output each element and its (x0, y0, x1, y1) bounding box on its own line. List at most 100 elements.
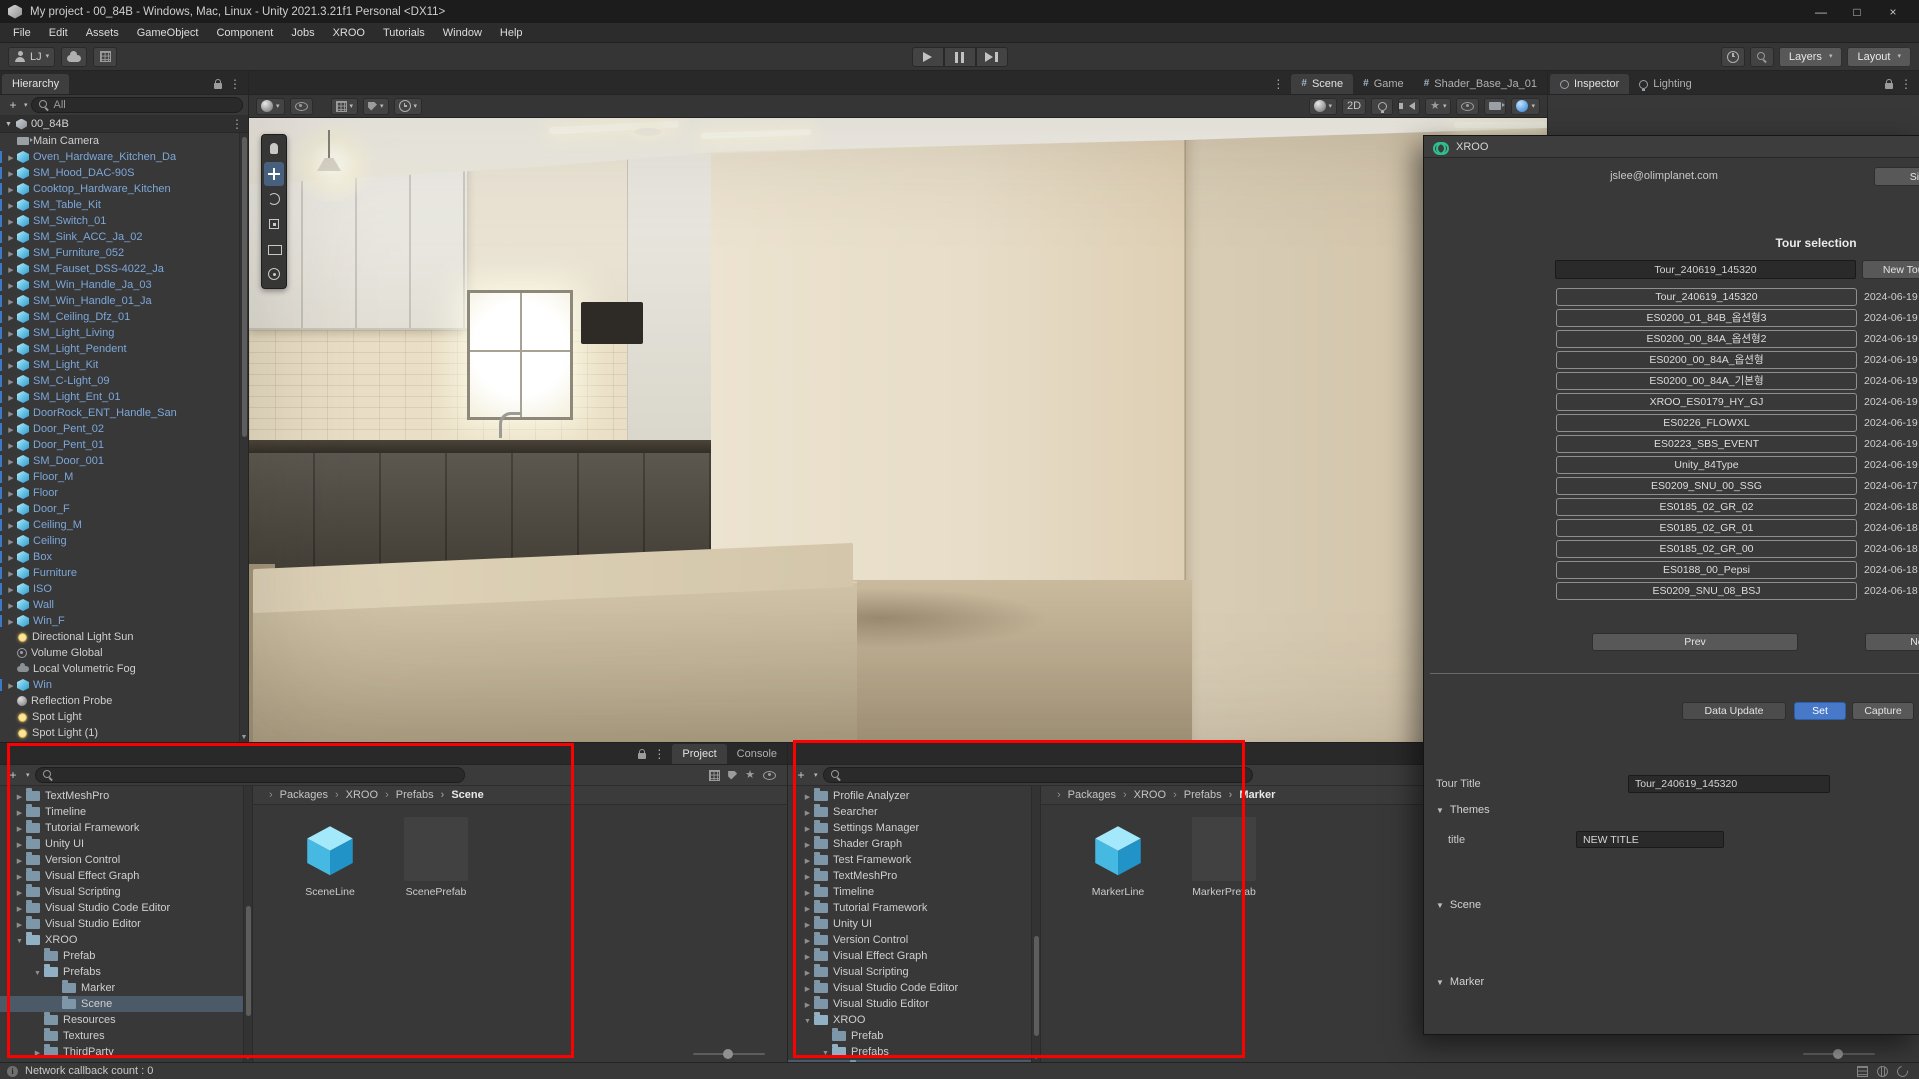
expand-arrow-icon[interactable] (14, 854, 25, 866)
breadcrumb-item[interactable]: Packages (262, 789, 328, 801)
tour-item-button[interactable]: ES0209_SNU_00_SSG (1556, 477, 1857, 495)
hierarchy-item[interactable]: Box (0, 549, 248, 565)
menu-item[interactable]: File (4, 23, 40, 42)
menu-item[interactable]: Tutorials (374, 23, 434, 42)
menu-item[interactable]: XROO (324, 23, 374, 42)
hierarchy-item[interactable]: Floor_M (0, 469, 248, 485)
expand-arrow-icon[interactable] (5, 679, 17, 691)
expand-arrow-icon[interactable] (5, 279, 17, 291)
hierarchy-item[interactable]: SM_Sink_ACC_Ja_02 (0, 229, 248, 245)
expand-arrow-icon[interactable] (802, 918, 813, 930)
folder-row[interactable]: Version Control (0, 852, 252, 868)
expand-arrow-icon[interactable] (5, 487, 17, 499)
hierarchy-item[interactable]: Directional Light Sun (0, 629, 248, 645)
folder-row[interactable]: Visual Studio Code Editor (788, 980, 1040, 996)
create-asset-button[interactable]: + (793, 768, 809, 783)
tour-item-button[interactable]: ES0200_01_84B_옵션형3 (1556, 309, 1857, 327)
expand-arrow-icon[interactable] (5, 231, 17, 243)
tour-item-button[interactable]: ES0185_02_GR_00 (1556, 540, 1857, 558)
tab-hierarchy[interactable]: Hierarchy (2, 74, 70, 94)
folder-row[interactable]: Profile Analyzer (788, 788, 1040, 804)
menu-item[interactable]: Edit (40, 23, 77, 42)
menu-item[interactable]: Component (207, 23, 282, 42)
hierarchy-item[interactable]: SM_Fauset_DSS-4022_Ja (0, 261, 248, 277)
expand-arrow-icon[interactable] (5, 167, 17, 179)
expand-arrow-icon[interactable] (5, 535, 17, 547)
asset-item[interactable]: SceneLine (291, 817, 369, 898)
panel-menu-icon[interactable]: ⋮ (1900, 78, 1912, 90)
folder-row[interactable]: XROO (0, 932, 252, 948)
dock-tab[interactable]: Project (672, 744, 727, 764)
folder-row[interactable]: Resources (0, 1012, 252, 1028)
folder-row[interactable]: Visual Scripting (788, 964, 1040, 980)
lock-icon[interactable] (638, 749, 647, 759)
hierarchy-item[interactable]: Ceiling (0, 533, 248, 549)
breadcrumb-item[interactable]: Prefabs (1166, 789, 1222, 801)
folder-row[interactable]: Prefabs (788, 1044, 1040, 1060)
grid-visibility-dropdown[interactable]: ▾ (330, 97, 359, 115)
folder-row[interactable]: Marker (0, 980, 252, 996)
hierarchy-item[interactable]: SM_C-Light_09 (0, 373, 248, 389)
thumbnail-zoom-slider[interactable] (1803, 1049, 1875, 1059)
expand-arrow-icon[interactable] (802, 982, 813, 994)
step-button[interactable] (975, 47, 1008, 67)
filter-by-label-icon[interactable] (728, 770, 738, 780)
debug-view-button[interactable] (289, 97, 313, 115)
undo-history-button[interactable] (1720, 46, 1745, 67)
audio-toggle[interactable] (1398, 97, 1421, 115)
filter-by-type-icon[interactable] (709, 769, 721, 781)
menu-item[interactable]: Assets (77, 23, 128, 42)
expand-arrow-icon[interactable] (5, 599, 17, 611)
scene-visibility-toggle[interactable] (1456, 97, 1480, 115)
tour-item-button[interactable]: ES0185_02_GR_02 (1556, 498, 1857, 516)
transform-tool-button[interactable] (264, 262, 284, 286)
tab-lighting[interactable]: Lighting (1629, 74, 1702, 94)
expand-arrow-icon[interactable] (820, 1046, 831, 1058)
hierarchy-item[interactable]: Win_F (0, 613, 248, 629)
folder-row[interactable]: TextMeshPro (788, 868, 1040, 884)
expand-arrow-icon[interactable] (802, 838, 813, 850)
hierarchy-item[interactable]: SM_Light_Ent_01 (0, 389, 248, 405)
menu-item[interactable]: Help (491, 23, 532, 42)
expand-arrow-icon[interactable] (802, 790, 813, 802)
hierarchy-item[interactable]: SM_Ceiling_Dfz_01 (0, 309, 248, 325)
thumbnail-zoom-slider[interactable] (693, 1049, 765, 1059)
close-button[interactable]: × (1875, 0, 1911, 23)
scroll-down-icon[interactable]: ▼ (1032, 1054, 1040, 1061)
pause-button[interactable] (943, 47, 976, 67)
draw-mode-dropdown[interactable]: ▾ (256, 97, 285, 115)
asset-item[interactable]: MarkerPrefab (1185, 817, 1263, 898)
hierarchy-item[interactable]: SM_Hood_DAC-90S (0, 165, 248, 181)
tour-item-button[interactable]: ES0200_00_84A_옵션형 (1556, 351, 1857, 369)
expand-arrow-icon[interactable] (5, 391, 17, 403)
tour-item-button[interactable]: ES0188_00_Pepsi (1556, 561, 1857, 579)
expand-arrow-icon[interactable] (14, 886, 25, 898)
expand-arrow-icon[interactable] (5, 215, 17, 227)
folder-row[interactable]: Prefabs (0, 964, 252, 980)
layout-dropdown[interactable]: Layout ▾ (1847, 46, 1911, 67)
folder-row[interactable]: TextMeshPro (0, 788, 252, 804)
expand-arrow-icon[interactable] (5, 471, 17, 483)
snap-settings-dropdown[interactable]: ▾ (363, 97, 389, 115)
scene-root-row[interactable]: ▼ 00_84B ⋮ (0, 116, 248, 133)
create-object-button[interactable]: + (5, 98, 21, 113)
project-search-input[interactable] (34, 767, 465, 783)
folder-row[interactable]: Version Control (788, 932, 1040, 948)
panel-menu-icon[interactable]: ⋮ (229, 78, 241, 90)
expand-arrow-icon[interactable] (5, 263, 17, 275)
hierarchy-item[interactable]: SM_Light_Living (0, 325, 248, 341)
expand-arrow-icon[interactable] (802, 1014, 813, 1026)
folder-row[interactable]: Timeline (788, 884, 1040, 900)
expand-arrow-icon[interactable] (14, 790, 25, 802)
set-button[interactable]: Set (1794, 702, 1846, 720)
folder-row[interactable]: Visual Studio Editor (788, 996, 1040, 1012)
hierarchy-item[interactable]: Oven_Hardware_Kitchen_Da (0, 149, 248, 165)
hierarchy-item[interactable]: DoorRock_ENT_Handle_San (0, 405, 248, 421)
expand-arrow-icon[interactable] (5, 327, 17, 339)
expand-arrow-icon[interactable] (5, 503, 17, 515)
hierarchy-item[interactable]: Main Camera (0, 133, 248, 149)
data-update-button[interactable]: Data Update (1682, 702, 1786, 720)
folder-row[interactable]: ThirdParty (0, 1044, 252, 1060)
folder-row[interactable]: Visual Scripting (0, 884, 252, 900)
folder-row[interactable]: Timeline (0, 804, 252, 820)
